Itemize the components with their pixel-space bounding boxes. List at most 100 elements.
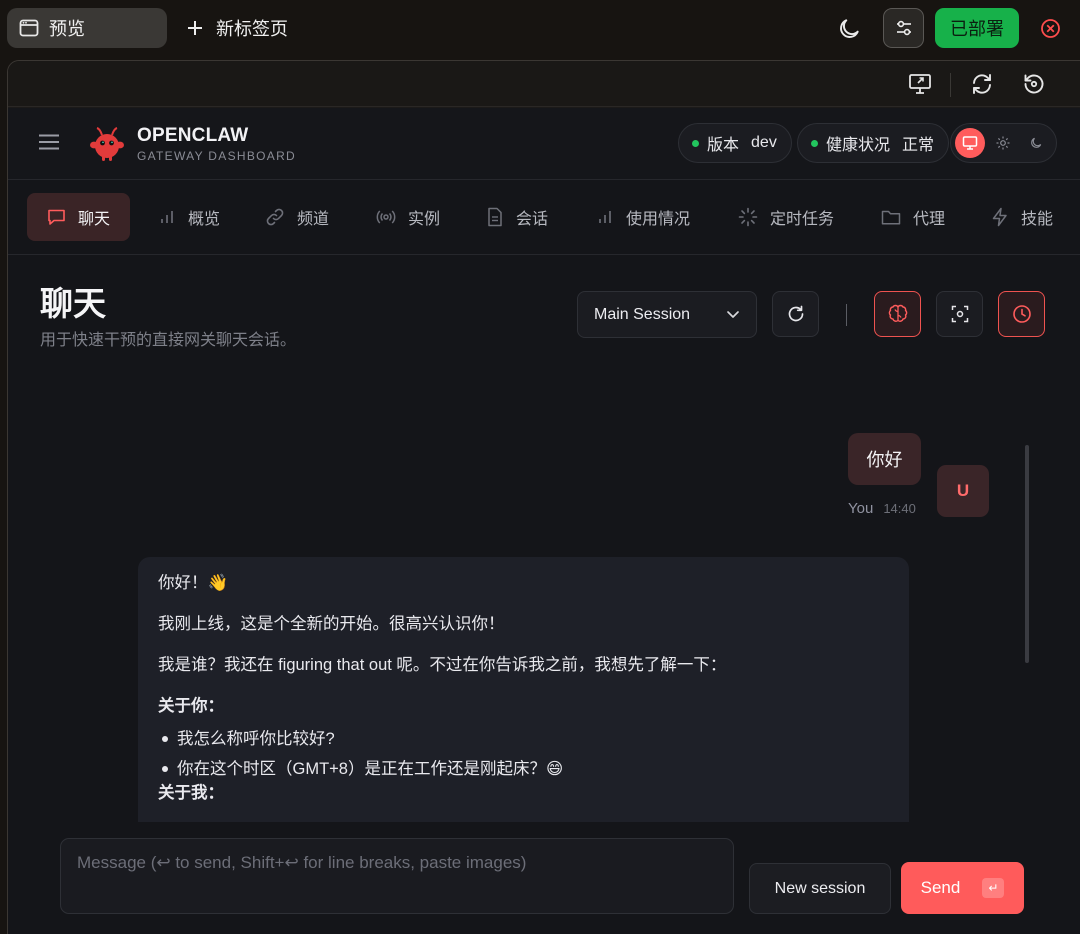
theme-switcher	[950, 123, 1057, 163]
monitor-share-icon[interactable]	[907, 71, 933, 97]
brand: OPENCLAW GATEWAY DASHBOARD	[137, 125, 296, 163]
app-header: OPENCLAW GATEWAY DASHBOARD 版本 dev 健康状况 正…	[8, 108, 1080, 180]
list-item: 你在这个时区（GMT+8）是正在工作还是刚起床？😄	[158, 757, 889, 781]
clock-icon	[1012, 304, 1032, 324]
toolbar-divider	[846, 304, 847, 326]
bar-chart-icon	[596, 208, 614, 226]
theme-light-button[interactable]	[988, 128, 1018, 158]
user-avatar: U	[937, 465, 989, 517]
chat-scrollbar[interactable]	[1025, 445, 1029, 663]
nav-label: 实例	[408, 211, 441, 228]
menu-icon[interactable]	[39, 134, 59, 150]
openclaw-logo-icon	[88, 124, 126, 162]
broadcast-icon	[376, 208, 396, 226]
folder-icon	[881, 208, 901, 226]
version-label: 版本	[707, 137, 740, 154]
close-icon[interactable]	[1040, 18, 1061, 39]
nav-item-agents[interactable]: 代理	[881, 193, 945, 241]
nav-item-chat[interactable]: 聊天	[27, 193, 131, 241]
reload-history-icon[interactable]	[1021, 71, 1047, 97]
brain-icon	[887, 303, 909, 325]
thinking-toggle-button[interactable]	[874, 291, 921, 337]
tab-preview[interactable]: 预览	[7, 8, 167, 48]
nav-item-overview[interactable]: 概览	[158, 193, 220, 241]
theme-dark-button[interactable]	[1021, 128, 1051, 158]
message-input[interactable]: Message (↩ to send, Shift+↩ for line bre…	[60, 838, 734, 914]
zap-icon	[991, 207, 1009, 227]
send-button[interactable]: Send ↵	[901, 862, 1024, 914]
assistant-text: 我是谁？我还在 figuring that out 呢。不过在你告诉我之前，我想…	[158, 656, 727, 674]
sender-name: You	[848, 500, 874, 517]
user-message-bubble: 你好	[848, 433, 921, 485]
main-nav: 聊天 概览 频道 实例 会话 使用情况 定时任务 代理 技能	[8, 181, 1080, 255]
nav-label: 技能	[1021, 211, 1054, 228]
user-message-meta: You 14:40	[848, 500, 916, 517]
window-icon	[19, 19, 39, 37]
bullet	[162, 766, 168, 772]
moon-icon[interactable]	[836, 16, 862, 42]
browser-tab-bar: 预览 新标签页 已部署	[0, 0, 1080, 58]
chevron-down-icon	[726, 310, 740, 319]
session-select[interactable]: Main Session	[577, 291, 757, 338]
link-icon	[265, 207, 285, 227]
moon-icon	[1029, 136, 1043, 150]
session-select-value: Main Session	[594, 305, 691, 323]
page-title: 聊天	[40, 285, 106, 322]
nav-label: 频道	[297, 211, 330, 228]
refresh-chat-button[interactable]	[772, 291, 819, 337]
tab-label: 预览	[49, 19, 85, 39]
status-dot	[811, 139, 818, 147]
list-item-text: 你在这个时区（GMT+8）是正在工作还是刚起床？😄	[177, 760, 564, 778]
theme-system-button[interactable]	[955, 128, 985, 158]
monitor-icon	[962, 135, 978, 151]
list-item: 我怎么称呼你比较好?	[158, 727, 889, 751]
refresh-icon[interactable]	[969, 71, 995, 97]
enter-key-icon: ↵	[982, 878, 1005, 898]
new-session-button[interactable]: New session	[749, 863, 891, 914]
assistant-text: 我刚上线，这是个全新的开始。很高兴认识你！	[158, 615, 505, 633]
new-tab-label: 新标签页	[216, 19, 288, 39]
new-tab-button[interactable]: 新标签页	[186, 8, 288, 48]
nav-item-usage[interactable]: 使用情况	[596, 193, 690, 241]
nav-item-instances[interactable]: 实例	[376, 193, 440, 241]
nav-item-cron[interactable]: 定时任务	[738, 193, 834, 241]
file-icon	[486, 207, 504, 227]
preview-toolbar	[8, 61, 1080, 107]
scan-icon	[951, 305, 969, 323]
page-subtitle: 用于快速干预的直接网关聊天会话。	[40, 332, 297, 349]
brand-subtitle: GATEWAY DASHBOARD	[137, 149, 297, 163]
focus-mode-button[interactable]	[936, 291, 983, 337]
loader-icon	[738, 207, 758, 227]
nav-item-skills[interactable]: 技能	[991, 193, 1053, 241]
preview-frame: OPENCLAW GATEWAY DASHBOARD 版本 dev 健康状况 正…	[7, 60, 1080, 934]
nav-label: 使用情况	[626, 211, 691, 228]
sliders-icon	[894, 18, 914, 38]
history-button[interactable]	[998, 291, 1045, 337]
deployed-button[interactable]: 已部署	[935, 8, 1019, 48]
sun-icon	[996, 136, 1010, 150]
nav-item-channels[interactable]: 频道	[265, 193, 329, 241]
assistant-list: 我怎么称呼你比较好? 你在这个时区（GMT+8）是正在工作还是刚起床？😄	[158, 727, 889, 781]
assistant-heading: 关于我：	[158, 784, 224, 802]
message-time: 14:40	[883, 501, 916, 516]
dashboard-app: OPENCLAW GATEWAY DASHBOARD 版本 dev 健康状况 正…	[8, 108, 1080, 934]
plus-icon	[186, 19, 204, 37]
nav-label: 概览	[188, 211, 221, 228]
toolbar-divider	[950, 73, 951, 97]
nav-label: 定时任务	[770, 211, 835, 228]
version-value: dev	[751, 134, 777, 151]
nav-item-sessions[interactable]: 会话	[486, 193, 548, 241]
brand-title: OPENCLAW	[137, 125, 249, 146]
health-value: 正常	[902, 137, 935, 154]
nav-label: 聊天	[78, 211, 111, 228]
sliders-button[interactable]	[883, 8, 924, 48]
send-label: Send	[920, 878, 961, 897]
nav-label: 代理	[913, 211, 946, 228]
health-label: 健康状况	[826, 137, 891, 154]
list-item-text: 我怎么称呼你比较好?	[177, 730, 335, 748]
assistant-text: 你好！👋	[158, 574, 229, 592]
message-icon	[47, 208, 66, 226]
nav-label: 会话	[516, 211, 549, 228]
bullet	[162, 736, 168, 742]
version-pill: 版本 dev	[678, 123, 792, 163]
